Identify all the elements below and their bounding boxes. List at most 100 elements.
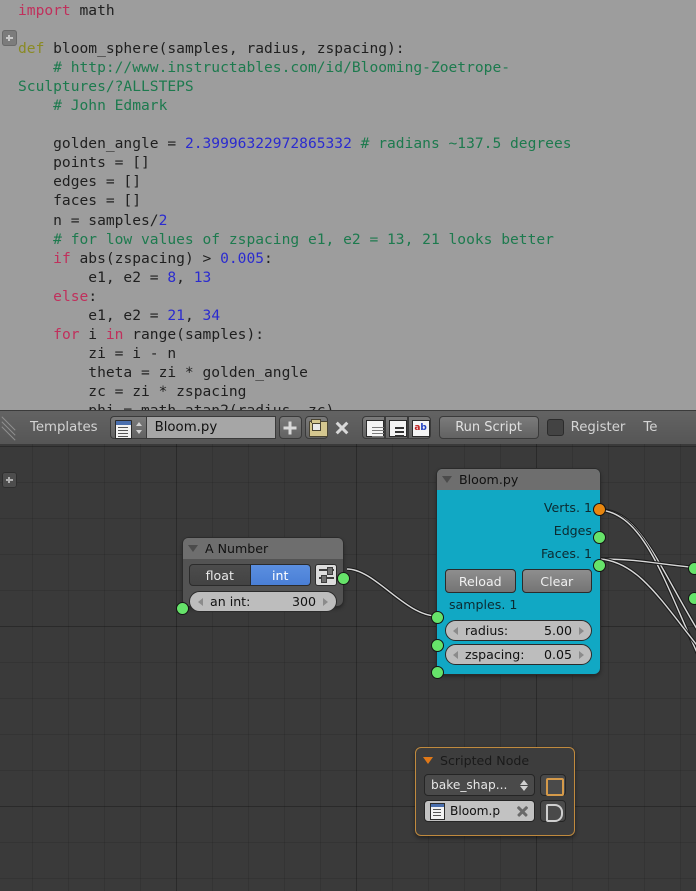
collapse-triangle-icon[interactable] (442, 476, 452, 483)
node-title: A Number (205, 541, 269, 556)
open-folder-icon (308, 419, 328, 437)
code-line: points = [] (18, 154, 150, 172)
type-toggle-row: float int (189, 564, 337, 586)
node-title: Scripted Node (440, 752, 530, 768)
syntax-highlight-icon: ab (411, 420, 430, 437)
increment-arrow-icon[interactable] (579, 626, 584, 635)
increment-arrow-icon[interactable] (323, 597, 328, 606)
node-button-row: Reload Clear (445, 569, 592, 593)
header-trailing-label: Te (643, 420, 658, 435)
register-label[interactable]: Register (571, 420, 626, 435)
word-wrap-button[interactable] (384, 416, 408, 439)
node-header[interactable]: Bloom.py (437, 469, 600, 490)
output-edges-label: Edges (553, 523, 592, 538)
increment-arrow-icon[interactable] (579, 650, 584, 659)
node-header[interactable]: Scripted Node (416, 748, 574, 772)
socket-offscreen-2[interactable] (688, 592, 696, 605)
code-line: e1, e2 = 21, 34 (18, 306, 221, 324)
code-line: n = samples/2 (18, 211, 168, 229)
socket-input-radius[interactable] (431, 639, 444, 652)
code-line: import math (18, 2, 115, 19)
script-dropdown[interactable]: bake_shap... (424, 774, 535, 796)
text-datablock-value: Bloom.p (450, 804, 501, 818)
socket-input-zspacing[interactable] (431, 666, 444, 679)
clear-button[interactable]: Clear (521, 569, 592, 593)
open-text-button[interactable] (304, 416, 328, 439)
collapse-triangle-icon[interactable] (188, 545, 198, 552)
code-line: phi = math.atan2(radius, zc) (18, 401, 572, 410)
datablock-browse-arrows-icon[interactable] (132, 416, 146, 439)
register-checkbox[interactable] (546, 419, 564, 436)
code-line: edges = [] (18, 173, 142, 191)
datablock-name-field[interactable]: Bloom.py (145, 416, 276, 439)
toggle-float[interactable]: float (189, 564, 251, 586)
zspacing-value[interactable]: 0.05 (544, 647, 579, 662)
code-line: golden_angle = 2.39996322972865332 # rad… (18, 135, 572, 153)
socket-input-number[interactable] (176, 602, 189, 615)
output-verts-label: Verts. 1 (543, 500, 592, 515)
code-line: faces = [] (18, 192, 142, 210)
node-bloom-py[interactable]: Bloom.py Verts. 1 Edges Faces. 1 Reload … (431, 469, 606, 679)
menu-templates[interactable]: Templates (22, 411, 106, 444)
an-int-value[interactable]: 300 (292, 594, 323, 609)
radius-value[interactable]: 5.00 (544, 623, 579, 638)
plus-icon (283, 421, 297, 434)
node-header[interactable]: A Number (183, 538, 343, 559)
updown-arrows-icon[interactable] (520, 779, 528, 791)
socket-input-samples[interactable] (431, 611, 444, 624)
code-line: Sculptures/?ALLSTEPS (18, 78, 194, 96)
panel-expand-icon[interactable] (2, 472, 17, 488)
code-line: for i in range(samples): (53, 325, 265, 343)
node-a-number[interactable]: A Number float int an int: 300 (176, 538, 350, 615)
node-editor-area[interactable]: A Number float int an int: 300 Bloom.py … (0, 444, 696, 891)
text-datablock-selector[interactable]: Bloom.py (109, 416, 276, 439)
area-corner-icon[interactable] (0, 411, 22, 444)
zspacing-label: zspacing: (465, 647, 525, 662)
socket-output-verts[interactable] (593, 503, 606, 516)
x-unlink-icon (335, 420, 350, 435)
script-dropdown-value: bake_shap... (431, 778, 508, 792)
syntax-highlight-button[interactable]: ab (407, 416, 431, 439)
socket-output-number[interactable] (337, 572, 350, 585)
node-body: float int an int: 300 (183, 559, 343, 618)
node-title: Bloom.py (459, 472, 519, 487)
x-clear-icon[interactable] (516, 805, 529, 818)
socket-output-edges[interactable] (593, 531, 606, 544)
line-numbers-button[interactable] (361, 416, 385, 439)
node-scripted-node[interactable]: Scripted Node bake_shap... Bloom.p (415, 747, 575, 836)
new-text-button[interactable] (278, 416, 302, 439)
output-faces-label: Faces. 1 (540, 546, 592, 561)
load-script-icon[interactable] (540, 774, 566, 796)
text-editor-area[interactable]: import math def bloom_sphere(samples, ra… (0, 0, 696, 410)
an-int-field[interactable]: an int: 300 (189, 591, 337, 612)
code-line: zi = i - n (18, 344, 177, 362)
text-datablock-icon[interactable] (109, 416, 133, 439)
input-zspacing-field[interactable]: zspacing: 0.05 (445, 644, 592, 665)
node-body: bake_shap... Bloom.p (416, 772, 574, 835)
toggle-int[interactable]: int (250, 564, 311, 586)
input-radius-field[interactable]: radius: 5.00 (445, 620, 592, 641)
code-line: else: (53, 287, 98, 305)
collapse-triangle-icon-orange[interactable] (423, 756, 433, 764)
an-int-label: an int: (210, 594, 251, 609)
reload-button[interactable]: Reload (445, 569, 516, 593)
socket-output-faces[interactable] (593, 559, 606, 572)
blender-window: import math def bloom_sphere(samples, ra… (0, 0, 696, 891)
socket-offscreen-1[interactable] (688, 562, 696, 575)
text-datablock-field[interactable]: Bloom.p (424, 800, 535, 822)
register-checkbox-group[interactable]: Register (546, 419, 626, 436)
code-line: zc = zi * zspacing (18, 382, 247, 400)
text-datablock-icon (430, 802, 445, 820)
node-body: Verts. 1 Edges Faces. 1 Reload Clear sam… (437, 490, 600, 674)
refresh-script-icon[interactable] (540, 800, 566, 822)
code-line: if abs(zspacing) > 0.005: (53, 249, 273, 267)
sliders-icon[interactable] (315, 564, 337, 586)
input-samples-label: samples. 1 (449, 597, 518, 612)
script-source-code[interactable]: import math def bloom_sphere(samples, ra… (18, 1, 572, 410)
radius-label: radius: (465, 623, 509, 638)
panel-expand-icon[interactable] (2, 30, 17, 46)
run-script-button[interactable]: Run Script (438, 416, 539, 439)
unlink-text-button[interactable] (331, 416, 354, 439)
